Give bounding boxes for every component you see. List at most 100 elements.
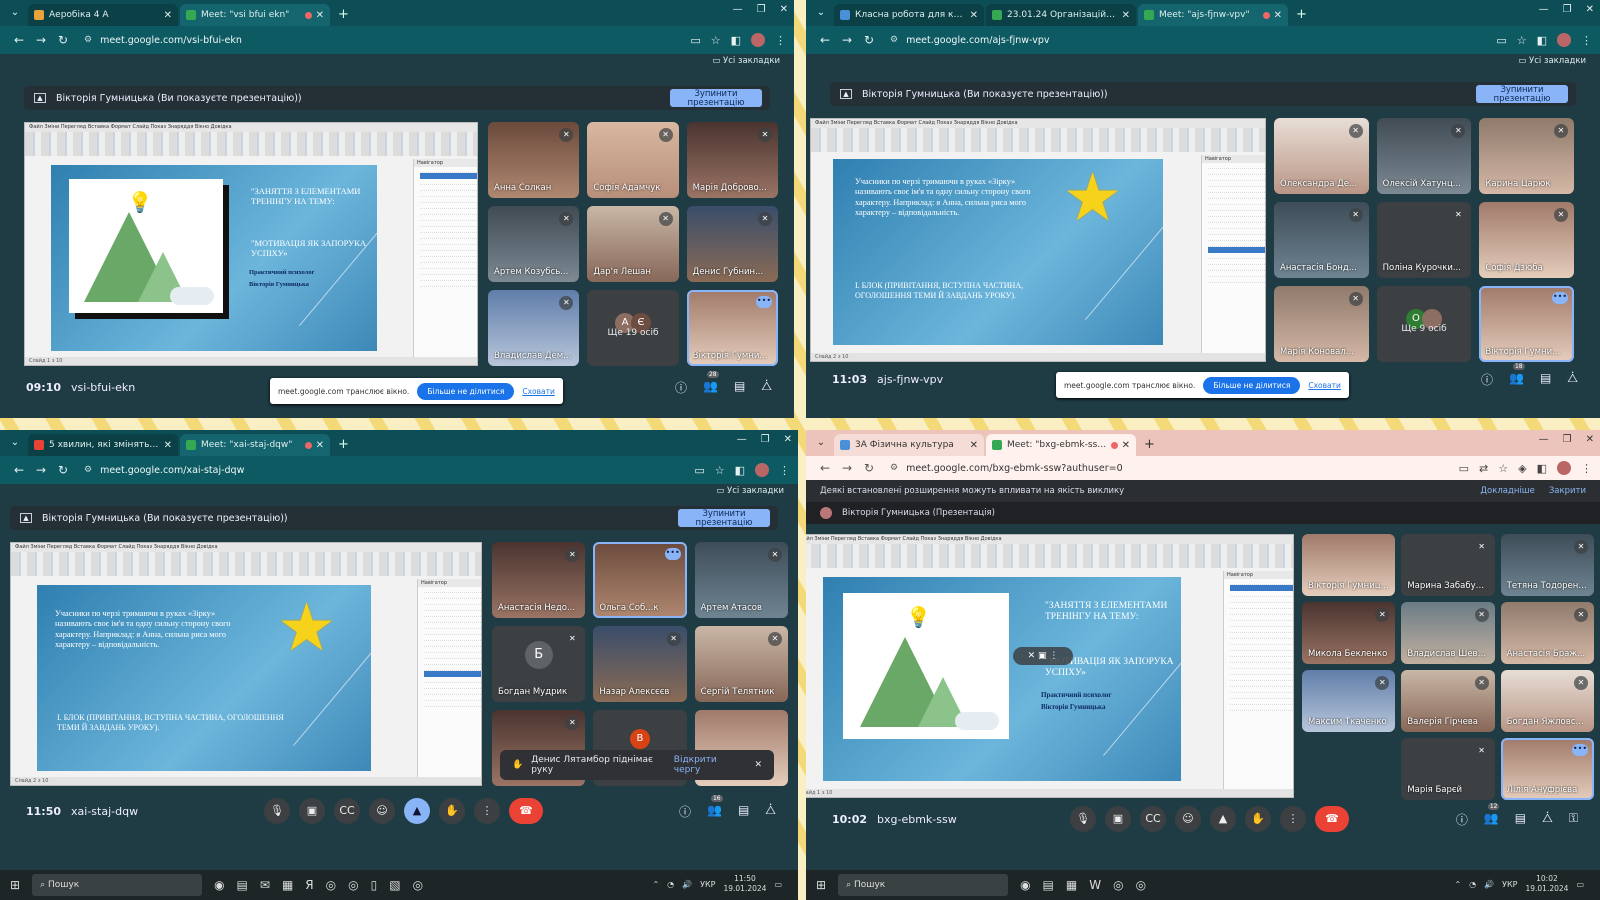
camera-icon[interactable]: ▭ bbox=[690, 34, 700, 47]
browser-tab-active[interactable]: Meet: "xai-staj-dqw" ✕ bbox=[180, 434, 330, 456]
restore-icon[interactable]: ❐ bbox=[757, 4, 766, 15]
profile-avatar[interactable] bbox=[1557, 33, 1571, 47]
menu-icon[interactable]: ⋮ bbox=[775, 34, 786, 47]
chrome-icon[interactable]: ◎ bbox=[326, 878, 336, 892]
docs-icon[interactable]: ▯ bbox=[371, 878, 378, 892]
restore-icon[interactable]: ❐ bbox=[1563, 434, 1572, 445]
activities-icon[interactable]: ⧊ bbox=[1542, 811, 1553, 828]
close-tab-icon[interactable]: ✕ bbox=[1122, 10, 1130, 21]
notification-icon[interactable]: ▭ bbox=[774, 880, 782, 889]
site-info-icon[interactable]: ⚙ bbox=[890, 463, 898, 473]
self-tile[interactable]: ••• Вікторія Гумни... bbox=[1479, 286, 1574, 362]
mic-icon[interactable]: 🎙 bbox=[1070, 806, 1096, 832]
people-icon[interactable]: 👥 18 bbox=[1509, 362, 1525, 388]
present-screen-icon[interactable]: ▲ bbox=[404, 798, 430, 824]
chat-icon[interactable]: ▤ bbox=[1540, 371, 1551, 388]
clock[interactable]: 11:50 19.01.2024 bbox=[723, 874, 766, 894]
chat-icon[interactable]: ▤ bbox=[734, 379, 745, 396]
new-tab-icon[interactable]: + bbox=[1296, 7, 1307, 22]
participant-tile[interactable]: ✕ Марія Коновал... bbox=[1274, 286, 1369, 362]
participant-tile[interactable]: ✕ Максим Ткаченко bbox=[1302, 670, 1396, 732]
chrome-icon[interactable]: ◎ bbox=[348, 878, 358, 892]
stop-sharing-button[interactable]: Більше не ділитися bbox=[417, 382, 515, 400]
stop-presenting-button[interactable]: Зупинити презентацію bbox=[678, 509, 770, 528]
bookmark-star-icon[interactable]: ☆ bbox=[711, 34, 721, 47]
forward-icon[interactable]: → bbox=[30, 463, 52, 477]
tab-search-icon[interactable]: ⌄ bbox=[6, 4, 24, 22]
extension-icon[interactable]: ◈ bbox=[1518, 462, 1526, 475]
minimize-icon[interactable]: — bbox=[737, 434, 747, 445]
sidepanel-icon[interactable]: ◧ bbox=[1537, 462, 1547, 475]
forward-icon[interactable]: → bbox=[836, 33, 858, 47]
chrome-icon[interactable]: ◎ bbox=[1113, 878, 1123, 892]
hide-button[interactable]: Сховати bbox=[522, 387, 555, 396]
participant-tile[interactable]: ✕ Артем Козубсь... bbox=[488, 206, 580, 282]
info-icon[interactable]: ⓘ bbox=[1456, 811, 1468, 828]
participant-tile[interactable]: ••• Лілія Ануфрієва bbox=[1500, 738, 1594, 800]
participant-tile[interactable]: ✕ Микола Бекленко bbox=[1302, 602, 1396, 664]
participant-tile[interactable]: ✕ Анастасія Недо... bbox=[492, 542, 586, 618]
participant-tile[interactable]: ✕ Софія Дзюба bbox=[1479, 202, 1574, 278]
close-window-icon[interactable]: ✕ bbox=[1586, 434, 1594, 445]
participant-tile[interactable]: ••• Ольга Соб...к bbox=[593, 542, 687, 618]
stop-presenting-button[interactable]: Зупинити презентацію bbox=[670, 89, 762, 108]
back-icon[interactable]: ← bbox=[8, 463, 30, 477]
url-field[interactable]: ⚙ meet.google.com/xai-staj-dqw bbox=[84, 465, 694, 476]
present-screen-icon[interactable]: ▲ bbox=[1210, 806, 1236, 832]
chat-icon[interactable]: ▤ bbox=[738, 803, 749, 820]
close-icon[interactable]: ✕ bbox=[754, 760, 762, 770]
minimize-icon[interactable]: — bbox=[1539, 4, 1549, 15]
minimize-icon[interactable]: — bbox=[733, 4, 743, 15]
windows-start-icon[interactable]: ⊞ bbox=[816, 878, 826, 892]
info-icon[interactable]: ⓘ bbox=[675, 379, 687, 396]
reload-icon[interactable]: ↻ bbox=[52, 33, 74, 47]
browser-tab[interactable]: 23.01.24 Організаційно-вихо... ✕ bbox=[986, 4, 1136, 26]
forward-icon[interactable]: → bbox=[836, 461, 858, 475]
bookmark-star-icon[interactable]: ☆ bbox=[715, 464, 725, 477]
activities-icon[interactable]: ⧊ bbox=[761, 379, 772, 396]
emoji-icon[interactable]: ☺ bbox=[369, 798, 395, 824]
participant-tile[interactable]: ✕ Артем Атасов bbox=[694, 542, 788, 618]
close-tab-icon[interactable]: ✕ bbox=[1274, 10, 1282, 21]
info-icon[interactable]: ⓘ bbox=[679, 803, 691, 820]
participant-tile[interactable]: ✕ Анна Солкан bbox=[488, 122, 580, 198]
participant-tile[interactable]: ✕ Дар'я Лешан bbox=[587, 206, 679, 282]
site-info-icon[interactable]: ⚙ bbox=[84, 35, 92, 45]
mic-icon[interactable]: 🎙 bbox=[264, 798, 290, 824]
more-options-icon[interactable]: ••• bbox=[664, 548, 681, 560]
raise-hand-icon[interactable]: ✋ bbox=[1245, 806, 1271, 832]
tray-arrow-icon[interactable]: ⌃ bbox=[1454, 880, 1461, 889]
reload-icon[interactable]: ↻ bbox=[858, 461, 880, 475]
url-field[interactable]: ⚙ meet.google.com/ajs-fjnw-vpv bbox=[890, 35, 1496, 46]
chrome-icon[interactable]: ◎ bbox=[413, 878, 423, 892]
camera-icon[interactable]: ▭ bbox=[1496, 34, 1506, 47]
tab-search-icon[interactable]: ⌄ bbox=[812, 434, 830, 452]
chat-icon[interactable]: ▤ bbox=[1515, 811, 1526, 828]
learn-more-link[interactable]: Докладніше bbox=[1480, 486, 1534, 496]
new-tab-icon[interactable]: + bbox=[338, 7, 349, 22]
captions-icon[interactable]: CC bbox=[1140, 806, 1166, 832]
camera-icon[interactable]: ▭ bbox=[1459, 462, 1469, 475]
store-icon[interactable]: ▦ bbox=[1066, 878, 1077, 892]
clock[interactable]: 10:02 19.01.2024 bbox=[1525, 874, 1568, 894]
url-field[interactable]: ⚙ meet.google.com/bxg-ebmk-ssw?authuser=0 bbox=[890, 463, 1459, 474]
back-icon[interactable]: ← bbox=[8, 33, 30, 47]
explorer-icon[interactable]: ▤ bbox=[237, 878, 248, 892]
sidepanel-icon[interactable]: ◧ bbox=[1537, 34, 1547, 47]
close-tab-icon[interactable]: ✕ bbox=[164, 10, 172, 21]
word-icon[interactable]: W bbox=[1089, 878, 1101, 892]
activities-icon[interactable]: ⧊ bbox=[765, 803, 776, 820]
people-icon[interactable]: 👥 12 bbox=[1484, 802, 1500, 828]
chrome-icon[interactable]: ◎ bbox=[1136, 878, 1146, 892]
new-tab-icon[interactable]: + bbox=[1144, 437, 1155, 452]
end-call-icon[interactable]: ☎ bbox=[1315, 806, 1349, 832]
participant-tile[interactable]: ✕ Сергій Телятник bbox=[694, 626, 788, 702]
close-window-icon[interactable]: ✕ bbox=[1586, 4, 1594, 15]
more-participants-tile[interactable]: А Є Ще 19 осіб bbox=[587, 290, 679, 366]
restore-icon[interactable]: ❐ bbox=[761, 434, 770, 445]
participant-tile[interactable]: ✕ Олександра Де... bbox=[1274, 118, 1369, 194]
end-call-icon[interactable]: ☎ bbox=[509, 798, 543, 824]
more-options-icon[interactable]: ••• bbox=[1551, 292, 1568, 304]
minimize-icon[interactable]: — bbox=[1539, 434, 1549, 445]
presenter-controls[interactable]: ✕ ▣ ⋮ bbox=[1013, 647, 1073, 665]
